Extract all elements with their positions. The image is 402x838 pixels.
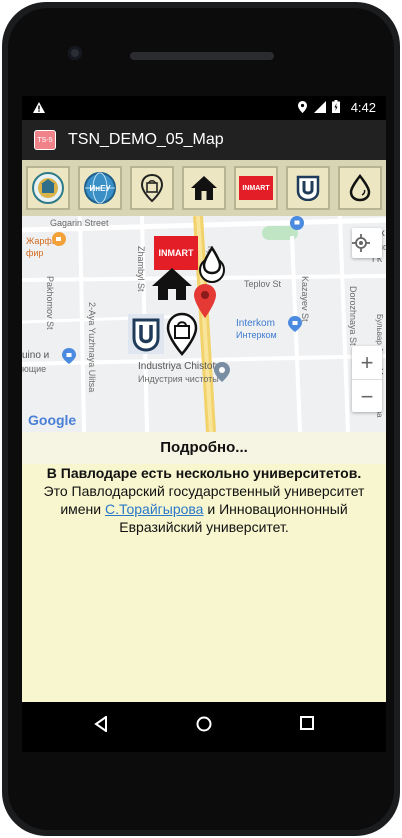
my-location-button[interactable] [352, 228, 382, 258]
home-button[interactable] [182, 166, 226, 210]
map-label-uino2: ющие [22, 364, 47, 374]
details-heading: Подробно... [22, 432, 386, 464]
map-label-gagarin: Gagarin Street [50, 218, 109, 228]
status-bar: 4:42 [22, 96, 386, 120]
university-logo-2-button[interactable]: ИнЕУ [78, 166, 122, 210]
map-label-pakhomov: Pakhomov St [45, 276, 55, 330]
battery-icon [332, 100, 340, 113]
zoom-out-button[interactable]: − [352, 379, 382, 413]
map-label-interkom-ru: Интерком [236, 330, 277, 340]
map-label-kazaev: Kazayev St [300, 276, 310, 322]
map-label-yuzhnaya: 2-Aya Yuzhnaya Ulitsa [87, 302, 97, 393]
status-icons [298, 100, 340, 114]
house-icon [191, 176, 217, 200]
location-icon [298, 101, 308, 113]
crosshair-icon [352, 234, 370, 252]
u-logo-marker-icon[interactable] [128, 314, 164, 354]
home-marker-icon[interactable] [150, 266, 194, 302]
university-emblem-icon [32, 172, 64, 204]
inmart-button-label: INMART [242, 184, 270, 192]
back-icon[interactable] [94, 716, 108, 732]
map-label-dorozhnaya: Dorozhnaya St [348, 286, 358, 346]
shop-poi-icon [62, 348, 76, 364]
drop-marker-icon[interactable] [198, 244, 226, 284]
cafe-poi-icon [52, 232, 66, 246]
industry-poi-pin-icon [214, 362, 230, 382]
map-label-industriya-ru: Индустрия чистоты [138, 374, 219, 384]
zoom-controls: + − [352, 346, 382, 412]
phone-frame: 4:42 TS-5 TSN_DEMO_05_Map ИнЕУ INMART Ga… [2, 2, 400, 836]
map-label-uino: uino и [22, 350, 50, 361]
google-logo-text: Google [28, 412, 77, 428]
recents-icon[interactable] [300, 716, 314, 730]
shop-poi-icon-3 [290, 216, 304, 230]
svg-text:ИнЕУ: ИнЕУ [90, 184, 112, 193]
map-label-zhambyl: Zhambyl St [136, 246, 146, 292]
clock: 4:42 [350, 100, 376, 115]
drop-icon [349, 174, 371, 202]
water-drop-button[interactable] [338, 166, 382, 210]
map-label-industriya: Industriya Chistoty [138, 361, 221, 372]
u-logo-icon [296, 175, 320, 201]
university-link[interactable]: С.Торайгырова [105, 501, 203, 517]
map-view[interactable]: Gagarin Street Жарфир фир Zhambyl St Tep… [22, 216, 386, 432]
u-logo-button[interactable] [286, 166, 330, 210]
signal-icon [313, 101, 326, 113]
google-logo: Google [28, 412, 76, 428]
map-label-teplov: Teplov St [244, 279, 282, 289]
map-toolbar: ИнЕУ INMART [22, 160, 386, 216]
shop-poi-icon-2 [288, 316, 302, 332]
details-body: Это Павлодарский государственный универс… [28, 482, 380, 536]
app-title: TSN_DEMO_05_Map [68, 131, 224, 148]
bag-pin-icon [140, 173, 164, 203]
map-label-interkom: Interkom [236, 318, 275, 329]
screen: 4:42 TS-5 TSN_DEMO_05_Map ИнЕУ INMART Ga… [22, 96, 386, 752]
shopping-bag-location-button[interactable] [130, 166, 174, 210]
earpiece-speaker [130, 52, 274, 60]
app-bar: TS-5 TSN_DEMO_05_Map [22, 120, 386, 160]
app-icon: TS-5 [34, 130, 56, 150]
inmart-button[interactable]: INMART [234, 166, 278, 210]
inmart-marker-label: INMART [158, 248, 194, 258]
warning-triangle-icon [33, 102, 45, 113]
front-camera [68, 46, 82, 60]
bag-pin-marker-icon[interactable] [166, 312, 198, 356]
zoom-in-button[interactable]: + [352, 346, 382, 379]
map-label-zharfir-sub: фир [26, 248, 44, 258]
inmart-marker[interactable]: INMART [154, 236, 198, 270]
details-lead: В Павлодаре есть нескольно университетов… [46, 465, 362, 481]
globe-emblem-icon: ИнЕУ [84, 172, 116, 204]
navigation-bar [22, 702, 386, 752]
details-panel: В Павлодаре есть нескольно университетов… [22, 464, 386, 702]
home-nav-icon[interactable] [196, 716, 212, 732]
university-logo-1-button[interactable] [26, 166, 70, 210]
